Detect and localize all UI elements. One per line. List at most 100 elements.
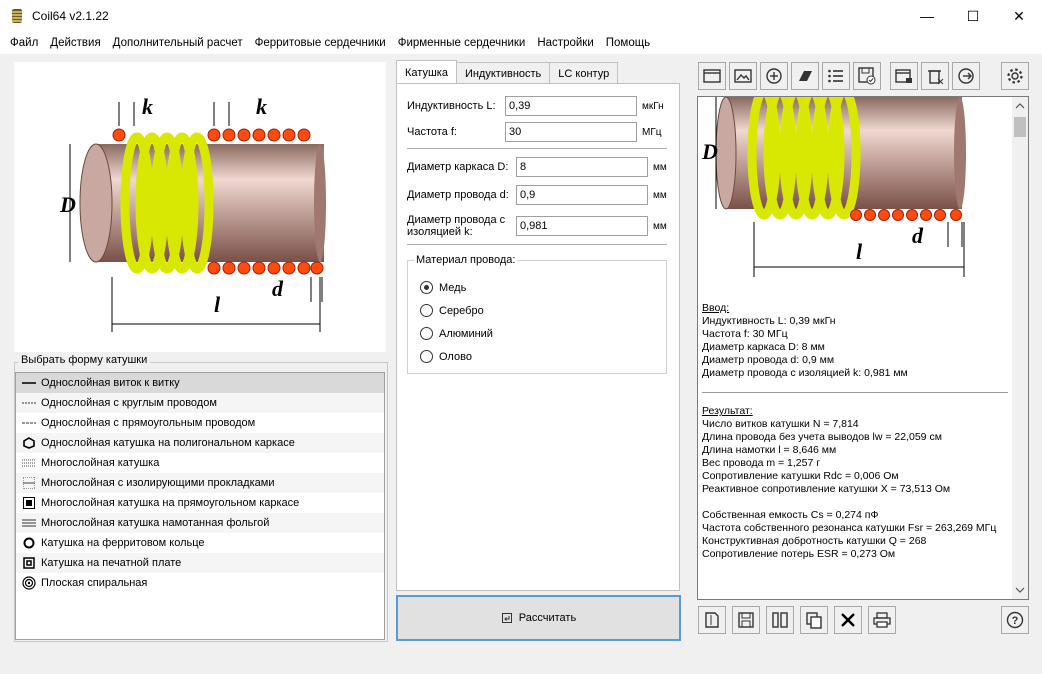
gear-icon xyxy=(1007,68,1023,84)
window-list-icon xyxy=(895,69,912,83)
menu-additional[interactable]: Дополнительный расчет xyxy=(107,37,249,49)
result-line: Собственная емкость Cs = 0,274 пФ xyxy=(702,509,879,521)
former-diameter-input[interactable] xyxy=(516,157,648,177)
list-item[interactable]: Однослойная катушка на полигональном кар… xyxy=(16,433,384,453)
settings-button[interactable] xyxy=(1001,62,1029,90)
clear-button[interactable] xyxy=(834,606,862,634)
shape-label: Однослойная виток к витку xyxy=(41,377,180,389)
single-layer-rect-icon xyxy=(21,416,37,430)
menu-brand-cores[interactable]: Фирменные сердечники xyxy=(392,37,532,49)
tab-inductance[interactable]: Индуктивность xyxy=(455,62,551,84)
scrollbar-thumb[interactable] xyxy=(1014,117,1026,137)
shape-label: Однослойная с прямоугольным проводом xyxy=(41,417,256,429)
wire-diameter-row: Диаметр провода d: мм xyxy=(407,185,667,205)
divider xyxy=(407,148,667,149)
list-item[interactable]: Катушка на ферритовом кольце xyxy=(16,533,384,553)
split-button[interactable] xyxy=(766,606,794,634)
shape-label: Плоская спиральная xyxy=(41,577,148,589)
input-line: Диаметр каркаса D: 8 мм xyxy=(702,341,825,353)
menu-bar: Файл Действия Дополнительный расчет Ферр… xyxy=(0,32,1042,54)
radio-dot xyxy=(420,304,433,317)
radio-silver[interactable]: Серебро xyxy=(420,304,484,317)
edit-button[interactable] xyxy=(791,62,819,90)
tab-coil[interactable]: Катушка xyxy=(396,60,457,84)
bottom-toolbar xyxy=(698,606,899,634)
menu-ferrite-cores[interactable]: Ферритовые сердечники xyxy=(249,37,392,49)
label-D: D xyxy=(59,192,76,217)
image-button[interactable] xyxy=(729,62,757,90)
ferrite-ring-icon xyxy=(21,536,37,550)
result-panel[interactable]: D d l Ввод: Индуктивность L: 0,39 мкГн Ч… xyxy=(697,96,1029,600)
add-button[interactable] xyxy=(760,62,788,90)
insulated-diameter-row: Диаметр провода сизоляцией k: мм xyxy=(407,214,667,238)
tab-lc-circuit[interactable]: LC контур xyxy=(549,62,619,84)
result-scrollbar[interactable] xyxy=(1012,97,1028,599)
list-item[interactable]: Плоская спиральная xyxy=(16,573,384,593)
window-title: Coil64 v2.1.22 xyxy=(32,9,109,23)
list-item[interactable]: Многослойная катушка намотанная фольгой xyxy=(16,513,384,533)
wire-diameter-label: Диаметр провода d: xyxy=(407,189,509,201)
window-list-button[interactable] xyxy=(890,62,918,90)
single-layer-round-icon xyxy=(21,396,37,410)
copy-icon xyxy=(806,612,822,629)
shape-label: Многослойная катушка намотанная фольгой xyxy=(41,517,270,529)
shape-label: Многослойная катушка xyxy=(41,457,160,469)
insulated-diameter-input[interactable] xyxy=(516,216,648,236)
polygon-icon xyxy=(21,436,37,450)
result-line: Реактивное сопротивление катушки X = 73,… xyxy=(702,483,951,495)
list-icon xyxy=(828,69,843,83)
radio-copper[interactable]: Медь xyxy=(420,281,466,294)
former-diameter-row: Диаметр каркаса D: мм xyxy=(407,157,667,177)
scroll-up-icon xyxy=(1015,103,1025,109)
shape-list[interactable]: Однослойная виток к витку Однослойная с … xyxy=(15,372,385,640)
save-button[interactable] xyxy=(732,606,760,634)
wire-diameter-input[interactable] xyxy=(516,185,648,205)
inductance-row: Индуктивность L: мкГн xyxy=(407,96,664,116)
material-label: Материал провода: xyxy=(414,254,518,266)
radio-tin[interactable]: Олово xyxy=(420,350,472,363)
app-icon xyxy=(12,9,22,23)
frequency-input[interactable] xyxy=(505,122,637,142)
menu-help[interactable]: Помощь xyxy=(600,37,656,49)
list-item[interactable]: Однослойная виток к витку xyxy=(16,373,384,393)
columns-icon xyxy=(772,612,788,628)
help-icon: ? xyxy=(1006,611,1024,629)
close-button[interactable]: ✕ xyxy=(996,0,1042,32)
menu-settings[interactable]: Настройки xyxy=(531,37,599,49)
result-line: Длина намотки l = 8,646 мм xyxy=(702,444,837,456)
menu-actions[interactable]: Действия xyxy=(44,37,106,49)
new-window-button[interactable] xyxy=(698,62,726,90)
wire-turns-bottom xyxy=(207,261,324,275)
result-toolbar xyxy=(698,62,983,90)
radio-aluminum[interactable]: Алюминий xyxy=(420,327,493,340)
list-item[interactable]: Однослойная с прямоугольным проводом xyxy=(16,413,384,433)
shape-label: Многослойная катушка на прямоугольном ка… xyxy=(41,497,300,509)
shape-group-label: Выбрать форму катушки xyxy=(18,354,151,366)
list-item[interactable]: Многослойная катушка на прямоугольном ка… xyxy=(16,493,384,513)
result-line: Частота собственного резонанса катушки F… xyxy=(702,522,997,534)
list-button[interactable] xyxy=(822,62,850,90)
list-item[interactable]: Многослойная катушка xyxy=(16,453,384,473)
radio-dot xyxy=(420,327,433,340)
copy-button[interactable] xyxy=(800,606,828,634)
coil-tab-panel: Индуктивность L: мкГн Частота f: МГц Диа… xyxy=(396,83,680,591)
maximize-button[interactable]: ☐ xyxy=(950,0,996,32)
print-button[interactable] xyxy=(868,606,896,634)
input-line: Диаметр провода d: 0,9 мм xyxy=(702,354,835,366)
calculate-button[interactable]: Рассчитать xyxy=(396,595,681,641)
result-label-l: l xyxy=(856,239,863,264)
exit-button[interactable] xyxy=(952,62,980,90)
delete-button[interactable] xyxy=(921,62,949,90)
calculate-label: Рассчитать xyxy=(518,612,577,624)
result-line: Число витков катушки N = 7,814 xyxy=(702,418,859,430)
save-check-button[interactable] xyxy=(853,62,881,90)
list-item[interactable]: Многослойная с изолирующими прокладками xyxy=(16,473,384,493)
minimize-button[interactable]: — xyxy=(904,0,950,32)
list-item[interactable]: Катушка на печатной плате xyxy=(16,553,384,573)
help-button[interactable]: ? xyxy=(1001,606,1029,634)
inductance-input[interactable] xyxy=(505,96,637,116)
open-button[interactable] xyxy=(698,606,726,634)
menu-file[interactable]: Файл xyxy=(4,37,44,49)
inductance-label: Индуктивность L: xyxy=(407,100,496,112)
list-item[interactable]: Однослойная с круглым проводом xyxy=(16,393,384,413)
